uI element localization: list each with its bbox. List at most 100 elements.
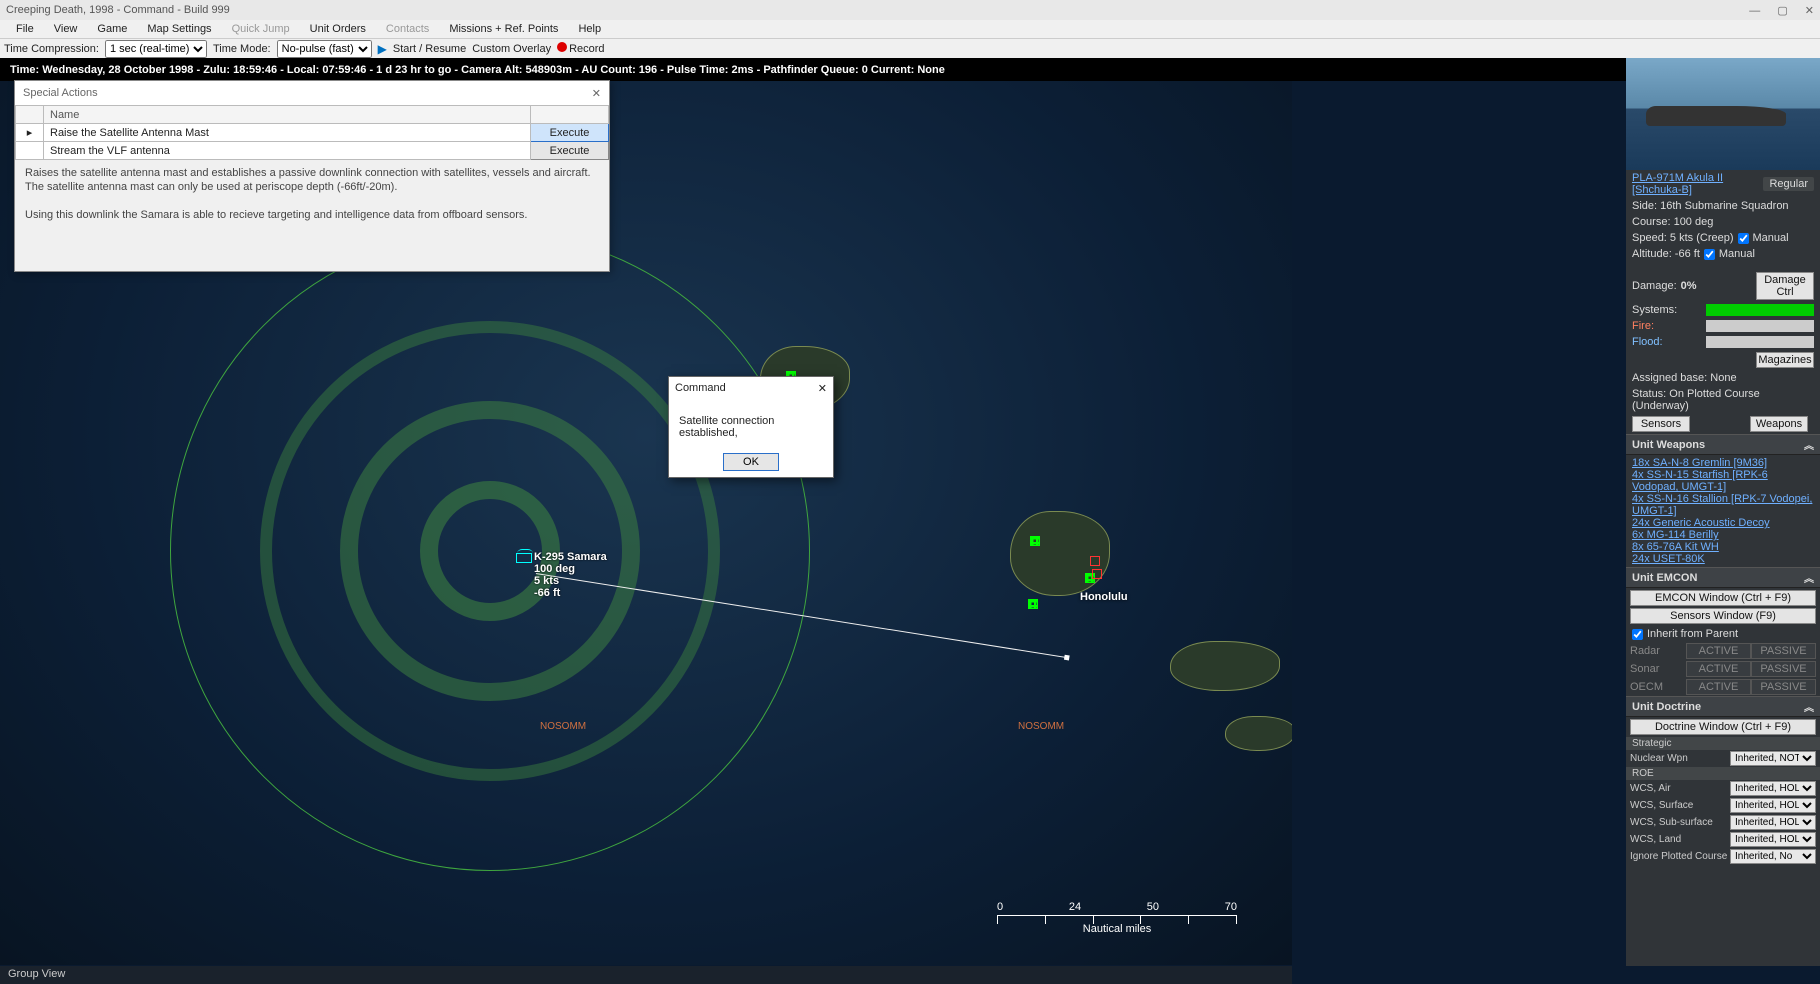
menu-view[interactable]: View — [44, 22, 88, 36]
fire-bar — [1706, 320, 1814, 332]
action-name: Raise the Satellite Antenna Mast — [44, 124, 531, 142]
timemode-select[interactable]: No-pulse (fast) — [277, 40, 372, 58]
close-icon[interactable]: ✕ — [818, 382, 827, 395]
oecm-passive[interactable]: PASSIVE — [1751, 679, 1816, 695]
wcs-subsurface-select[interactable]: Inherited, HOLD - r — [1730, 815, 1816, 830]
sensors-button[interactable]: Sensors — [1632, 416, 1690, 432]
sub-strategic: Strategic — [1626, 737, 1820, 750]
timecomp-select[interactable]: 1 sec (real-time) — [105, 40, 207, 58]
doctrine-window-button[interactable]: Doctrine Window (Ctrl + F9) — [1630, 719, 1816, 735]
sensors-window-button[interactable]: Sensors Window (F9) — [1630, 608, 1816, 624]
menu-map-settings[interactable]: Map Settings — [137, 22, 221, 36]
special-actions-title: Special Actions — [23, 87, 98, 99]
close-icon[interactable]: ✕ — [1805, 5, 1814, 17]
weapon-link[interactable]: 24x USET-80K — [1632, 553, 1814, 565]
execute-button[interactable]: Execute — [531, 124, 609, 142]
action-description: Raises the satellite antenna mast and es… — [15, 160, 609, 228]
alt-manual-checkbox[interactable] — [1704, 249, 1715, 260]
wcs-air-select[interactable]: Inherited, HOLD - r — [1730, 781, 1816, 796]
bottom-bar: Group View — [0, 966, 1292, 984]
nuke-select[interactable]: Inherited, NOT GR — [1730, 751, 1816, 766]
assigned-base: Assigned base: None — [1626, 370, 1820, 386]
weapons-button[interactable]: Weapons — [1750, 416, 1808, 432]
emcon-window-button[interactable]: EMCON Window (Ctrl + F9) — [1630, 590, 1816, 606]
contact-marker[interactable] — [1030, 536, 1040, 546]
unit-course: Course: 100 deg — [1626, 214, 1820, 230]
weapon-link[interactable]: 4x SS-N-15 Starfish [RPK-6 Vodopad, UMGT… — [1632, 469, 1814, 493]
play-icon[interactable]: ▶ — [378, 42, 387, 56]
magazines-button[interactable]: Magazines — [1756, 352, 1814, 368]
inherit-checkbox[interactable] — [1632, 629, 1643, 640]
section-unit-emcon[interactable]: Unit EMCON︽ — [1626, 567, 1820, 588]
chevron-up-icon: ︽ — [1804, 437, 1814, 452]
table-row[interactable]: ▸ Raise the Satellite Antenna Mast Execu… — [16, 124, 609, 142]
contact-marker[interactable] — [1028, 599, 1038, 609]
window-titlebar: Creeping Death, 1998 - Command - Build 9… — [0, 0, 1820, 20]
sub-roe: ROE — [1626, 767, 1820, 780]
execute-button[interactable]: Execute — [531, 142, 609, 160]
dialog-title: Command — [675, 382, 726, 394]
unit-image — [1626, 58, 1820, 170]
unit-label: K-295 Samara 100 deg 5 kts -66 ft — [534, 551, 607, 599]
menu-missions[interactable]: Missions + Ref. Points — [439, 22, 568, 36]
damage-ctrl-button[interactable]: Damage Ctrl — [1756, 272, 1814, 300]
menu-contacts[interactable]: Contacts — [376, 22, 439, 36]
special-actions-table: Name ▸ Raise the Satellite Antenna Mast … — [15, 105, 609, 160]
damage-value: 0% — [1681, 280, 1697, 292]
island — [1170, 641, 1280, 691]
unit-speed: Speed: 5 kts (Creep) — [1632, 232, 1734, 244]
chevron-up-icon: ︽ — [1804, 570, 1814, 585]
chevron-up-icon: ︽ — [1804, 699, 1814, 714]
radar-active[interactable]: ACTIVE — [1686, 643, 1751, 659]
scale-bar: 0245070 Nautical miles — [997, 901, 1237, 935]
menu-unit-orders[interactable]: Unit Orders — [300, 22, 376, 36]
statusbar: Time: Wednesday, 28 October 1998 - Zulu:… — [0, 58, 1820, 81]
menu-file[interactable]: File — [6, 22, 44, 36]
menu-help[interactable]: Help — [568, 22, 611, 36]
hostile-marker[interactable] — [1090, 556, 1100, 566]
wcs-land-select[interactable]: Inherited, HOLD - r — [1730, 832, 1816, 847]
row-arrow-icon: ▸ — [16, 124, 44, 142]
unit-marker[interactable] — [516, 553, 532, 563]
systems-bar — [1706, 304, 1814, 316]
close-icon[interactable]: ✕ — [592, 87, 601, 100]
start-resume-button[interactable]: Start / Resume — [393, 43, 466, 55]
unit-side: Side: 16th Submarine Squadron — [1626, 198, 1820, 214]
weapon-link[interactable]: 18x SA-N-8 Gremlin [9M36] — [1632, 457, 1814, 469]
table-row[interactable]: Stream the VLF antenna Execute — [16, 142, 609, 160]
hostile-marker[interactable] — [1092, 569, 1102, 579]
weapon-link[interactable]: 4x SS-N-16 Stallion [RPK-7 Vodopei, UMGT… — [1632, 493, 1814, 517]
unit-class-link[interactable]: PLA-971M Akula II [Shchuka-B] — [1632, 172, 1759, 196]
unit-altitude: Altitude: -66 ft — [1632, 248, 1700, 260]
oecm-active[interactable]: ACTIVE — [1686, 679, 1751, 695]
unit-info-panel: PLA-971M Akula II [Shchuka-B] Regular Si… — [1626, 58, 1820, 966]
radar-passive[interactable]: PASSIVE — [1751, 643, 1816, 659]
sonar-passive[interactable]: PASSIVE — [1751, 661, 1816, 677]
weapon-link[interactable]: 8x 65-76A Kit WH — [1632, 541, 1814, 553]
island — [1225, 716, 1292, 751]
weapon-link[interactable]: 24x Generic Acoustic Decoy — [1632, 517, 1814, 529]
city-label-honolulu: Honolulu — [1080, 591, 1128, 603]
menubar: File View Game Map Settings Quick Jump U… — [0, 20, 1820, 38]
timemode-label: Time Mode: — [213, 43, 271, 55]
minimize-icon[interactable]: — — [1749, 5, 1760, 17]
record-icon — [557, 42, 567, 52]
group-view-label[interactable]: Group View — [8, 968, 65, 980]
sonar-active[interactable]: ACTIVE — [1686, 661, 1751, 677]
menu-quick-jump[interactable]: Quick Jump — [222, 22, 300, 36]
command-dialog[interactable]: Command ✕ Satellite connection establish… — [668, 376, 834, 478]
special-actions-window[interactable]: Special Actions ✕ Name ▸ Raise the Satel… — [14, 80, 610, 272]
record-button[interactable]: Record — [557, 42, 604, 55]
wcs-surface-select[interactable]: Inherited, HOLD - r — [1730, 798, 1816, 813]
weapon-link[interactable]: 6x MG-114 Berilly — [1632, 529, 1814, 541]
menu-game[interactable]: Game — [87, 22, 137, 36]
ignore-course-select[interactable]: Inherited, No — [1730, 849, 1816, 864]
timecomp-label: Time Compression: — [4, 43, 99, 55]
ok-button[interactable]: OK — [723, 453, 779, 471]
section-unit-doctrine[interactable]: Unit Doctrine︽ — [1626, 696, 1820, 717]
island — [1010, 511, 1110, 596]
section-unit-weapons[interactable]: Unit Weapons︽ — [1626, 434, 1820, 455]
custom-overlay-button[interactable]: Custom Overlay — [472, 43, 551, 55]
speed-manual-checkbox[interactable] — [1738, 233, 1749, 244]
maximize-icon[interactable]: ▢ — [1777, 5, 1787, 17]
